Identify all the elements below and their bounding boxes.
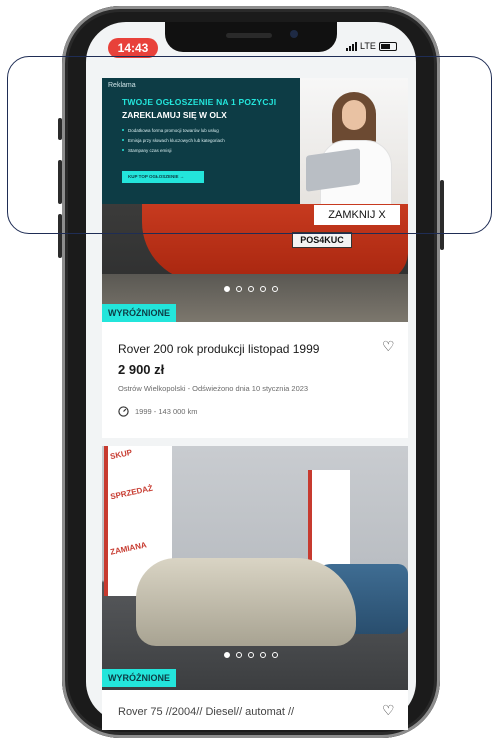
battery-icon	[378, 41, 397, 51]
heart-icon[interactable]: ♡	[382, 702, 395, 719]
listing-title[interactable]: Rover 75 //2004// Diesel// automat //	[118, 706, 294, 718]
ad-bullet: Emisja przy słowach kluczowych lub kateg…	[122, 138, 225, 143]
pagination-dot[interactable]	[224, 286, 230, 292]
pagination-dot[interactable]	[260, 652, 266, 658]
pagination-dot[interactable]	[260, 286, 266, 292]
listing-title[interactable]: Rover 200 rok produkcji listopad 1999	[118, 342, 319, 356]
status-indicators: LTE	[346, 41, 397, 51]
status-time: 14:43	[108, 38, 158, 58]
flag-text: SPRZEDAŻ	[109, 483, 154, 502]
listing-meta: 1999 - 143 000 km	[118, 406, 198, 417]
ad-subheadline: ZAREKLAMUJ SIĘ W OLX	[122, 110, 227, 120]
listing-card[interactable]: Rover 75 //2004// Diesel// automat // ♡	[102, 690, 408, 730]
speaker	[226, 33, 272, 38]
pagination-dot[interactable]	[248, 652, 254, 658]
volume-down-button	[58, 214, 62, 258]
car-photo	[136, 558, 356, 646]
ad-bullet-list: Dodatkowa forma promocji towarów lub usł…	[122, 128, 225, 158]
ad-bullet: Stampany czas emisji	[122, 148, 225, 153]
ad-bullet: Dodatkowa forma promocji towarów lub usł…	[122, 128, 225, 133]
listing-card[interactable]: Rover 200 rok produkcji listopad 1999 ♡ …	[102, 322, 408, 438]
license-plate: POS4KUC	[292, 232, 352, 248]
pagination-dot[interactable]	[272, 652, 278, 658]
listing-price: 2 900 zł	[118, 362, 165, 377]
featured-badge: WYRÓŻNIONE	[102, 669, 176, 687]
heart-icon[interactable]: ♡	[382, 338, 395, 355]
power-button	[440, 180, 444, 250]
ad-photo	[300, 78, 408, 204]
flag-text: ZAMIANA	[109, 540, 148, 557]
year-mileage: 1999 - 143 000 km	[135, 407, 198, 416]
network-label: LTE	[360, 41, 376, 51]
laptop-icon	[306, 148, 360, 192]
front-camera	[290, 30, 298, 38]
pagination-dot[interactable]	[272, 286, 278, 292]
pagination-dot[interactable]	[248, 286, 254, 292]
pagination-dot[interactable]	[236, 286, 242, 292]
ad-headline: TWOJE OGŁOSZENIE NA 1 POZYCJI	[122, 97, 277, 107]
ad-banner[interactable]: Reklama TWOJE OGŁOSZENIE NA 1 POZYCJI ZA…	[102, 78, 408, 204]
image-pagination	[224, 286, 278, 292]
woman-face	[342, 100, 366, 130]
pagination-dot[interactable]	[224, 652, 230, 658]
pagination-dot[interactable]	[236, 652, 242, 658]
volume-up-button	[58, 160, 62, 204]
image-pagination	[224, 652, 278, 658]
featured-badge: WYRÓŻNIONE	[102, 304, 176, 322]
close-ad-button[interactable]: ZAMKNIJ X	[314, 205, 400, 225]
ad-cta-button[interactable]: KUP TOP OGŁOSZENIE →	[122, 171, 204, 183]
listing-location: Ostrów Wielkopolski - Odświeżono dnia 10…	[118, 384, 309, 393]
speedometer-icon	[118, 406, 129, 417]
mute-switch	[58, 118, 62, 140]
signal-icon	[346, 41, 357, 51]
flag-text: SKUP	[109, 447, 133, 462]
ad-label: Reklama	[108, 82, 136, 89]
